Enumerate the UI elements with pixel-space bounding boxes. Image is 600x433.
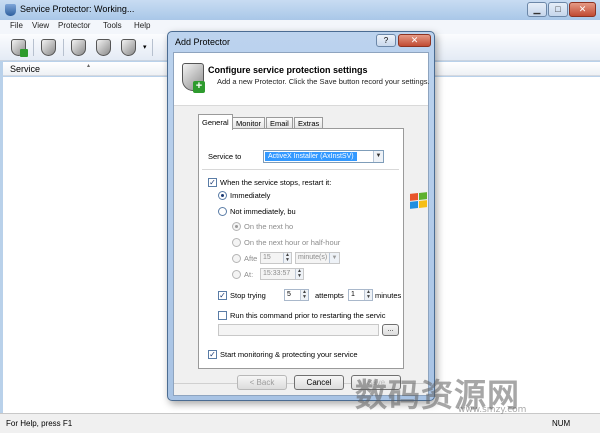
after-radio[interactable] — [232, 254, 241, 263]
start-protector-button[interactable] — [68, 37, 89, 58]
at-time-field[interactable]: 15:33:57 ▲ ▼ — [260, 268, 304, 280]
menu-tools[interactable]: Tools — [103, 21, 122, 30]
spin-arrows-icon[interactable]: ▲ ▼ — [364, 290, 372, 300]
immediately-label: Immediately — [230, 191, 271, 200]
stop-trying-label: Stop trying — [230, 291, 266, 300]
delete-protector-button[interactable] — [118, 37, 139, 58]
header-subtitle: Add a new Protector. Click the Save butt… — [217, 77, 430, 86]
service-label: Service to — [208, 152, 242, 161]
minutes-value: 1 — [351, 291, 355, 298]
service-select[interactable]: ActiveX Installer (AxInstSV) ▼ — [263, 150, 384, 163]
app-shield-icon — [5, 4, 16, 16]
shield-edit-icon — [41, 39, 56, 56]
spin-arrows-icon[interactable]: ▲ ▼ — [283, 253, 291, 263]
tab-strip: General Monitor Email Extras — [198, 114, 452, 130]
maximize-button[interactable]: □ — [548, 2, 568, 17]
sort-arrow-icon: ▴ — [87, 63, 91, 69]
after-unit-value: minute(s) — [298, 254, 328, 261]
chevron-down-icon: ▼ — [373, 151, 383, 162]
not-immediately-radio[interactable] — [218, 207, 227, 216]
run-command-label: Run this command prior to restarting the… — [230, 311, 386, 320]
dialog-help-button[interactable]: ? — [376, 34, 396, 47]
status-text: For Help, press F1 — [6, 419, 73, 428]
dialog-client: + Configure service protection settings … — [173, 52, 430, 396]
minutes-label: minutes — [375, 291, 402, 300]
command-field[interactable] — [218, 324, 379, 336]
status-bar: For Help, press F1 NUM — [0, 413, 600, 433]
shield-delete-icon — [121, 39, 136, 56]
windows-logo-icon — [410, 192, 427, 210]
service-column-header[interactable]: Service — [10, 64, 40, 74]
dropdown-arrow-icon[interactable]: ▾ — [143, 43, 147, 51]
close-button[interactable]: ✕ — [569, 2, 596, 17]
back-button[interactable]: < Back — [237, 375, 287, 390]
dialog-close-button[interactable]: ✕ — [398, 34, 431, 47]
toolbar-separator — [33, 39, 34, 56]
run-command-checkbox[interactable] — [218, 311, 227, 320]
after-field[interactable]: 15 ▲ ▼ — [260, 252, 292, 264]
spin-arrows-icon[interactable]: ▲ ▼ — [300, 290, 308, 300]
dialog-title: Add Protector — [175, 37, 231, 47]
after-label: Afte — [244, 254, 258, 263]
cancel-button[interactable]: Cancel — [294, 375, 344, 390]
start-monitoring-checkbox[interactable]: ✓ — [208, 350, 217, 359]
dialog-header: + Configure service protection settings … — [174, 53, 430, 106]
spin-arrows-icon[interactable]: ▲ ▼ — [295, 269, 303, 279]
immediately-radio[interactable] — [218, 191, 227, 200]
menu-protector[interactable]: Protector — [58, 21, 90, 30]
add-protector-button[interactable] — [8, 37, 29, 58]
plus-icon: + — [193, 81, 205, 93]
main-titlebar: Service Protector: Working... ▁ □ ✕ — [0, 0, 600, 20]
chevron-down-icon: ▼ — [329, 253, 339, 263]
start-monitoring-label: Start monitoring & protecting your servi… — [220, 350, 358, 359]
next-ho-label: On the next ho — [244, 222, 294, 231]
minutes-field[interactable]: 1 ▲ ▼ — [348, 289, 373, 301]
main-window-title: Service Protector: Working... — [20, 4, 135, 14]
at-time-value: 15:33:57 — [263, 270, 291, 277]
next-half-hour-radio[interactable] — [232, 238, 241, 247]
watermark-url: www.smzy.com — [458, 405, 527, 415]
edit-protector-button[interactable] — [38, 37, 59, 58]
restart-label: When the service stops, restart it: — [220, 178, 332, 187]
at-radio[interactable] — [232, 270, 241, 279]
browse-button[interactable]: ... — [382, 324, 399, 336]
shield-start-icon — [71, 39, 86, 56]
menu-file[interactable]: File — [10, 21, 23, 30]
num-lock-indicator: NUM — [552, 419, 571, 428]
stop-trying-checkbox[interactable]: ✓ — [218, 291, 227, 300]
general-tab-panel: Service to ActiveX Installer (AxInstSV) … — [198, 128, 427, 369]
at-label: At: — [244, 270, 254, 279]
restart-checkbox[interactable]: ✓ — [208, 178, 217, 187]
stop-trying-value: 5 — [287, 291, 291, 298]
next-half-hour-label: On the next hour or half-hour — [244, 238, 341, 247]
toolbar-separator — [63, 39, 64, 56]
attempts-label: attempts — [315, 291, 344, 300]
divider — [202, 169, 399, 170]
header-title: Configure service protection settings — [208, 65, 368, 75]
after-value: 15 — [263, 254, 271, 261]
tab-general[interactable]: General — [198, 114, 233, 130]
toolbar-separator — [152, 39, 153, 56]
service-selected-value: ActiveX Installer (AxInstSV) — [265, 152, 357, 161]
menu-view[interactable]: View — [32, 21, 49, 30]
shield-stop-icon — [96, 39, 111, 56]
after-unit-select[interactable]: minute(s) ▼ — [295, 252, 340, 264]
stop-protector-button[interactable] — [93, 37, 114, 58]
stop-trying-field[interactable]: 5 ▲ ▼ — [284, 289, 309, 301]
menu-help[interactable]: Help — [134, 21, 150, 30]
next-ho-radio[interactable] — [232, 222, 241, 231]
add-protector-dialog: Add Protector ? ✕ + Configure service pr… — [167, 31, 435, 401]
not-immediately-label: Not immediately, bu — [230, 207, 296, 216]
plus-icon — [20, 49, 28, 57]
minimize-button[interactable]: ▁ — [527, 2, 547, 17]
